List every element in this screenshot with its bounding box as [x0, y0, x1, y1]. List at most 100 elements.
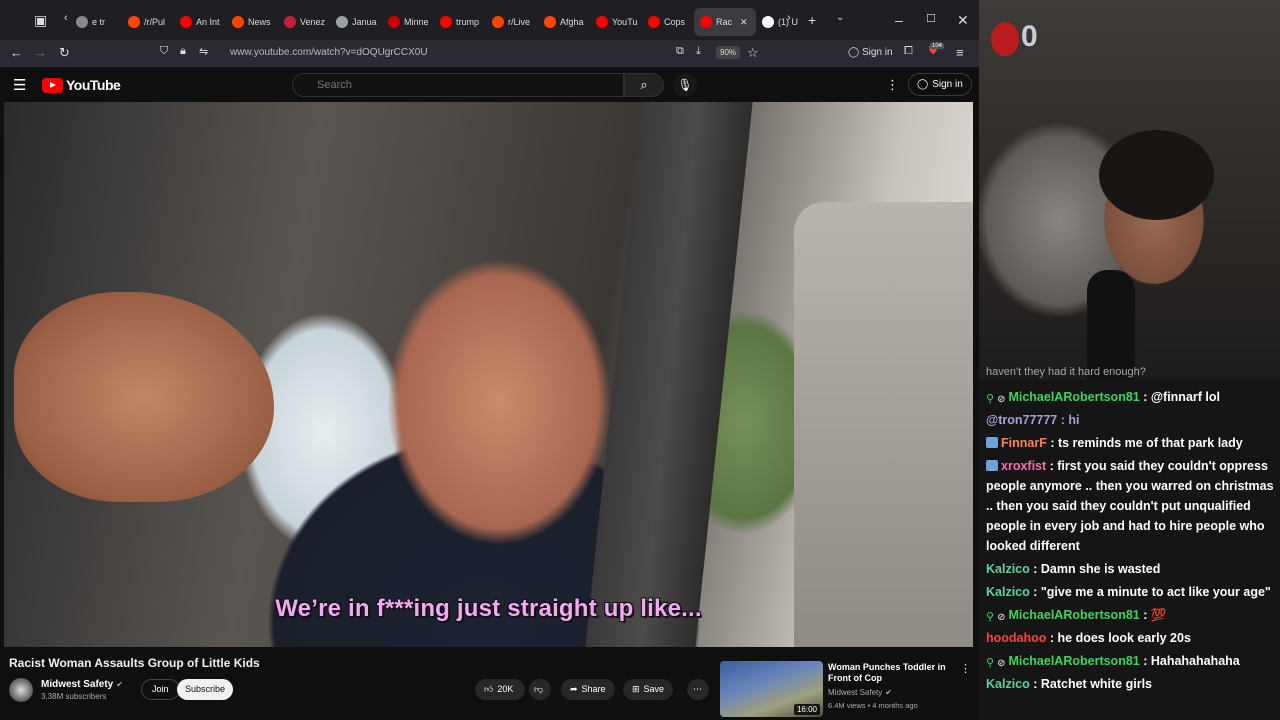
tab-favicon-icon: [388, 16, 400, 28]
maximize-icon[interactable]: ☐: [926, 12, 936, 25]
video-subtitle: We’re in f***ing just straight up like..…: [275, 595, 702, 622]
chat-username[interactable]: MichaelARobertson81: [1008, 654, 1139, 668]
search-box: [292, 73, 624, 97]
browser-tab[interactable]: Janua: [330, 8, 382, 36]
recommended-menu-icon[interactable]: ⋮: [960, 662, 971, 675]
mic-icon: 🎙︎: [677, 78, 693, 92]
reload-icon[interactable]: ↻: [59, 45, 70, 61]
browser-tab[interactable]: Minne: [382, 8, 434, 36]
chat-text: 💯: [1150, 608, 1167, 622]
browser-tab[interactable]: News: [226, 8, 278, 36]
recommended-channel[interactable]: Midwest Safety ✔: [828, 688, 892, 697]
browser-tab[interactable]: /r/Pul: [122, 8, 174, 36]
picture-in-picture-icon[interactable]: ⧉: [676, 45, 684, 58]
chat-separator: :: [1029, 677, 1041, 691]
new-tab-icon[interactable]: +: [808, 12, 816, 28]
share-button[interactable]: ➦ Share: [561, 679, 615, 700]
tab-favicon-icon: [284, 16, 296, 28]
chat-username[interactable]: MichaelARobertson81: [1008, 608, 1139, 622]
tab-label: /r/Pul: [144, 17, 166, 27]
tab-label: YouTu: [612, 17, 638, 27]
tab-favicon-icon: [544, 16, 556, 28]
chat-username[interactable]: Kalzico: [986, 585, 1030, 599]
tab-overview-icon[interactable]: ▣: [34, 12, 47, 29]
chat-username[interactable]: FinnarF: [1001, 436, 1047, 450]
more-actions-button[interactable]: ⋯: [687, 679, 709, 700]
tab-label: Afgha: [560, 17, 584, 27]
tab-favicon-icon: [440, 16, 452, 28]
chat-text: "give me a minute to act like your age": [1040, 585, 1271, 599]
minimize-icon[interactable]: –: [895, 12, 903, 28]
like-button[interactable]: 👍︎ 20K: [475, 679, 525, 700]
back-icon[interactable]: ←: [10, 45, 23, 60]
youtube-sign-in-button[interactable]: ◯ Sign in: [908, 73, 972, 96]
tab-label: trump: [456, 17, 480, 27]
bookmark-star-icon[interactable]: ☆: [747, 45, 759, 61]
url-field[interactable]: www.youtube.com/watch?v=dOQUgrCCX0U: [230, 47, 428, 58]
extension-badge: 104: [930, 43, 945, 49]
chat-text: @tron77777 : hi: [986, 413, 1080, 427]
join-button[interactable]: Join: [141, 679, 180, 700]
permissions-icon[interactable]: ⇋: [199, 45, 208, 58]
subscriber-count: 3.38M subscribers: [41, 692, 107, 701]
microphone-icon: [1087, 270, 1135, 380]
chat-username[interactable]: Kalzico: [986, 562, 1030, 576]
chat-message: ⚲ ⊘ MichaelARobertson81 : Hahahahahaha: [986, 651, 1276, 671]
chat-username[interactable]: xroxfist: [1001, 459, 1046, 473]
chat-username[interactable]: MichaelARobertson81: [1008, 390, 1139, 404]
browser-tab[interactable]: Afgha: [538, 8, 590, 36]
chat-username[interactable]: Kalzico: [986, 677, 1030, 691]
browser-tab[interactable]: An Int: [174, 8, 226, 36]
browser-sign-in[interactable]: ◯ Sign in: [848, 47, 893, 58]
verified-icon: ✔: [885, 688, 892, 697]
browser-tab[interactable]: Cops: [642, 8, 694, 36]
browser-tab[interactable]: Venez: [278, 8, 330, 36]
zoom-level[interactable]: 90%: [716, 46, 741, 59]
chat-message-list: ⚲ ⊘ MichaelARobertson81 : @finnarf lol @tro…: [986, 387, 1276, 694]
forward-icon[interactable]: →: [34, 45, 47, 60]
search-input[interactable]: [293, 74, 593, 91]
voice-search-button[interactable]: 🎙︎: [673, 73, 697, 97]
download-page-icon[interactable]: ⤓: [696, 45, 701, 58]
channel-name[interactable]: Midwest Safety ✔: [41, 679, 123, 690]
recommended-title[interactable]: Woman Punches Toddler in Front of Cop: [828, 662, 948, 684]
settings-kebab-icon[interactable]: ⋮: [886, 77, 899, 93]
browser-tab[interactable]: YouTu: [590, 8, 642, 36]
guide-menu-icon[interactable]: ☰: [13, 76, 26, 94]
scroll-right-icon[interactable]: ›: [787, 12, 791, 24]
overlay-badge-icon: [991, 22, 1019, 56]
browser-tab[interactable]: trump: [434, 8, 486, 36]
chat-separator: :: [1139, 608, 1151, 622]
tab-label: Venez: [300, 17, 326, 27]
lock-icon[interactable]: 🔒︎: [180, 45, 186, 58]
browser-tab[interactable]: Rac ✕: [694, 8, 756, 36]
video-frame-door: [794, 202, 973, 647]
no-audio-badge-icon: ⊘: [997, 394, 1006, 405]
chat-message: ⚲ ⊘ MichaelARobertson81 : 💯: [986, 605, 1276, 625]
video-player[interactable]: We’re in f***ing just straight up like..…: [4, 102, 973, 647]
browser-tab[interactable]: e tr: [70, 8, 122, 36]
browser-tab[interactable]: (1) U: [756, 8, 808, 36]
scroll-left-icon[interactable]: ‹: [64, 12, 68, 24]
close-window-icon[interactable]: ✕: [957, 12, 969, 29]
tab-bar: ▣ ‹ e tr/r/Pul An Int News Venez Janua Minne t…: [0, 0, 979, 44]
app-menu-icon[interactable]: ≡: [956, 45, 964, 60]
shield-icon[interactable]: ⛉: [160, 45, 168, 58]
chat-username[interactable]: hoodahoo: [986, 631, 1046, 645]
subscribe-button[interactable]: Subscribe: [177, 679, 234, 700]
close-tab-icon[interactable]: ✕: [740, 17, 748, 28]
search-button[interactable]: ⌕: [624, 73, 664, 97]
channel-avatar[interactable]: [9, 678, 33, 702]
tab-list-icon[interactable]: ⌄: [836, 12, 844, 23]
save-button[interactable]: ⊞ Save: [623, 679, 674, 700]
dislike-button[interactable]: 👎︎: [529, 679, 551, 700]
chat-text: ts reminds me of that park lady: [1057, 436, 1243, 450]
tab-favicon-icon: [596, 16, 608, 28]
chat-text: he does look early 20s: [1057, 631, 1191, 645]
youtube-logo[interactable]: YouTube: [42, 77, 121, 93]
chat-text: Hahahahahaha: [1150, 654, 1240, 668]
browser-tab[interactable]: r/Live: [486, 8, 538, 36]
extensions-icon[interactable]: ⧠: [904, 45, 913, 58]
recommended-thumbnail[interactable]: 16:00: [720, 661, 823, 717]
share-icon: ➦: [570, 684, 578, 694]
